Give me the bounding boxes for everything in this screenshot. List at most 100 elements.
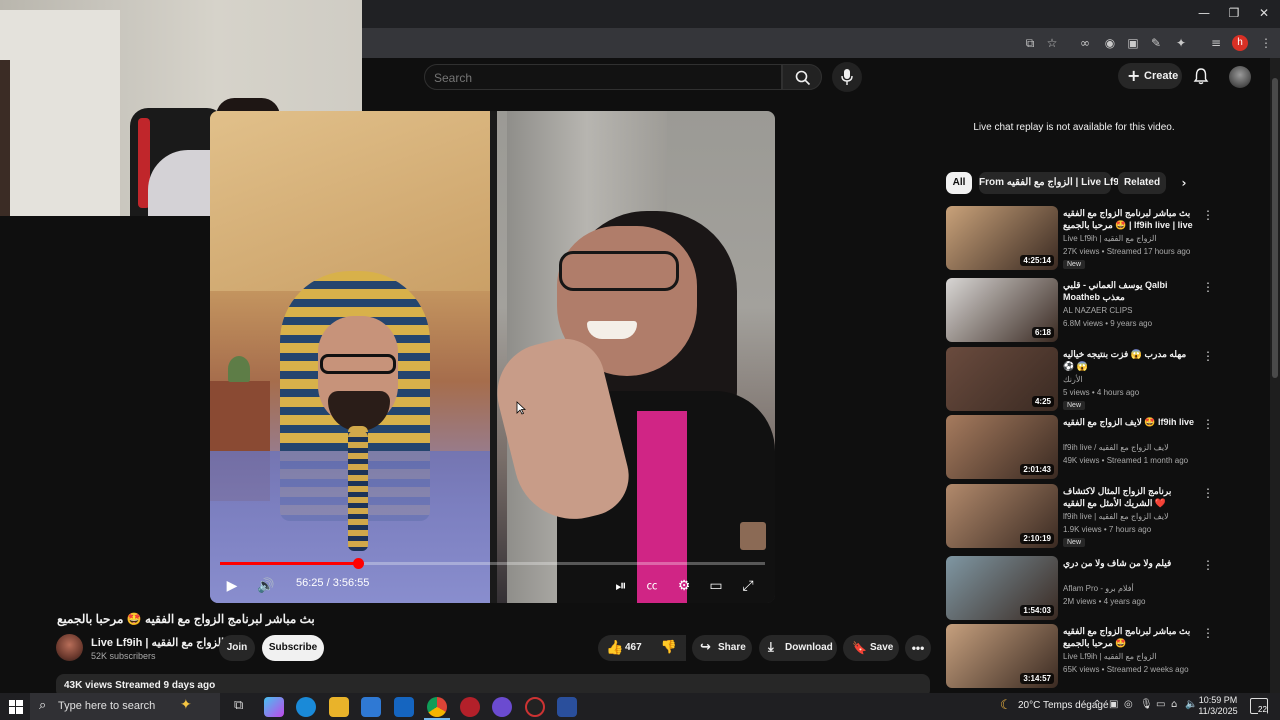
app-icon[interactable] xyxy=(557,697,577,717)
tray-icon[interactable]: ◎ xyxy=(1124,699,1133,710)
account-avatar[interactable] xyxy=(1229,66,1251,88)
recommended-video[interactable]: 4:25:14 بث مباشر لبرنامج الزواج مع الفقيه… xyxy=(946,206,1216,270)
channel-avatar[interactable] xyxy=(56,634,83,661)
recommended-channel-name[interactable]: Aflam Pro - أفلام برو xyxy=(1063,584,1134,593)
voice-search-button[interactable] xyxy=(832,62,862,92)
recommended-video-title[interactable]: بث مباشر لبرنامج الزواج مع الفقيه 🤩 مرحب… xyxy=(1063,207,1197,231)
app-icon[interactable] xyxy=(525,697,545,717)
bookmark-star-icon[interactable]: ☆ xyxy=(1043,34,1061,52)
autoplay-toggle-icon[interactable]: ⏯ xyxy=(610,574,632,598)
recommended-video-title[interactable]: برنامج الزواج المثال لاكتشاف الشريك الأم… xyxy=(1063,485,1197,509)
browser-menu-icon[interactable]: ⋮ xyxy=(1257,34,1275,52)
extension-icon[interactable]: ◉ xyxy=(1101,34,1119,52)
recommended-channel-name[interactable]: الأرنك xyxy=(1063,375,1083,384)
search-button[interactable] xyxy=(782,64,822,90)
video-thumbnail[interactable]: 1:54:03 xyxy=(946,556,1058,620)
close-window-button[interactable]: ✕ xyxy=(1254,6,1274,22)
search-input[interactable] xyxy=(434,71,734,85)
store-app-icon[interactable] xyxy=(361,697,381,717)
microphone-tray-icon[interactable]: 🎙 xyxy=(1140,699,1153,710)
video-thumbnail[interactable]: 4:25:14 xyxy=(946,206,1058,270)
recommended-video-title[interactable]: فيلم ولا من شاف ولا من دري xyxy=(1063,557,1197,581)
recommended-video-title[interactable]: بث مباشر لبرنامج الزواج مع الفقيه 🤩 مرحب… xyxy=(1063,625,1197,649)
video-thumbnail[interactable]: 2:10:19 xyxy=(946,484,1058,548)
reading-list-icon[interactable]: ≡ xyxy=(1207,34,1225,52)
recommended-channel-name[interactable]: lf9ih live / لايف الزواج مع الفقيه xyxy=(1063,443,1169,452)
extension-icon[interactable]: ✎ xyxy=(1147,34,1165,52)
recommended-video[interactable]: 1:54:03 فيلم ولا من شاف ولا من دري Aflam P… xyxy=(946,556,1216,620)
show-hidden-icons-icon[interactable]: ⌃ xyxy=(1093,699,1101,710)
video-thumbnail[interactable]: 2:01:43 xyxy=(946,415,1058,479)
recommended-video[interactable]: 6:18 يوسف العماني - قلبي Qalbi Moatheb مع… xyxy=(946,278,1216,342)
chip-from-channel[interactable]: From الزواج مع الفقيه | Live Lf9ih xyxy=(979,172,1128,194)
minimize-button[interactable]: — xyxy=(1194,6,1214,22)
taskbar-search-box[interactable]: ⌕ Type here to search ✦ xyxy=(30,693,220,720)
recommended-video-title[interactable]: لايف الزواج مع الفقيه 🤩 lf9ih live xyxy=(1063,416,1197,440)
dislike-button[interactable]: 👎 xyxy=(652,635,686,661)
recommended-video-title[interactable]: يوسف العماني - قلبي Qalbi Moatheb معذب xyxy=(1063,279,1197,303)
volume-icon[interactable]: 🔊 xyxy=(254,574,278,598)
tray-icon[interactable]: ▭ xyxy=(1156,699,1165,710)
recommended-channel-name[interactable]: Live Lf9ih | الزواج مع الفقيه xyxy=(1063,652,1157,661)
more-vertical-icon[interactable]: ⋮ xyxy=(1202,280,1214,294)
notifications-bell-icon[interactable] xyxy=(1193,67,1209,85)
settings-gear-icon[interactable]: ⚙ xyxy=(672,574,696,598)
video-thumbnail[interactable]: 3:14:57 xyxy=(946,624,1058,688)
more-vertical-icon[interactable]: ⋮ xyxy=(1202,626,1214,640)
chip-related[interactable]: Related xyxy=(1118,172,1166,194)
page-scrollbar[interactable] xyxy=(1270,58,1280,693)
profile-avatar[interactable]: h xyxy=(1232,35,1248,51)
extensions-puzzle-icon[interactable]: ✦ xyxy=(1172,34,1190,52)
recommended-video[interactable]: 4:25 مهله مدرب 😱 فزت بنتيجه خياليه ⚽ 😱 الأ… xyxy=(946,347,1216,411)
chip-all[interactable]: All xyxy=(946,172,972,194)
more-vertical-icon[interactable]: ⋮ xyxy=(1202,349,1214,363)
play-button[interactable]: ▶ xyxy=(220,574,244,598)
copilot-app-icon[interactable] xyxy=(264,697,284,717)
app-icon[interactable] xyxy=(492,697,512,717)
video-thumbnail[interactable]: 6:18 xyxy=(946,278,1058,342)
channel-name[interactable]: Live Lf9ih | الزواج مع الفقيه xyxy=(91,636,224,649)
app-icon[interactable] xyxy=(460,697,480,717)
outlook-app-icon[interactable] xyxy=(394,697,414,717)
more-vertical-icon[interactable]: ⋮ xyxy=(1202,486,1214,500)
network-icon[interactable]: ⌂ xyxy=(1171,699,1177,710)
chips-next-button[interactable]: › xyxy=(1172,172,1196,194)
recommended-video-title[interactable]: مهله مدرب 😱 فزت بنتيجه خياليه ⚽ 😱 xyxy=(1063,348,1197,372)
restore-button[interactable]: ❐ xyxy=(1224,6,1244,22)
download-button[interactable]: ⤓ Download xyxy=(759,635,837,661)
recommended-channel-name[interactable]: Live Lf9ih | الزواج مع الفقيه xyxy=(1063,234,1157,243)
recommended-video[interactable]: 2:10:19 برنامج الزواج المثال لاكتشاف الشر… xyxy=(946,484,1216,548)
file-explorer-icon[interactable] xyxy=(329,697,349,717)
task-view-icon[interactable]: ⧉ xyxy=(234,698,243,713)
recommended-channel-name[interactable]: AL NAZAER CLIPS xyxy=(1063,306,1133,315)
recommended-channel-name[interactable]: lf9ih live | لايف الزواج مع الفقيه xyxy=(1063,512,1169,521)
tray-icon[interactable]: ▣ xyxy=(1109,699,1118,710)
more-actions-button[interactable]: ••• xyxy=(905,635,931,661)
save-button[interactable]: 🔖 Save xyxy=(843,635,899,661)
recommended-video[interactable]: 2:01:43 لايف الزواج مع الفقيه 🤩 lf9ih liv… xyxy=(946,415,1216,479)
share-button[interactable]: ↪ Share xyxy=(692,635,752,661)
join-button[interactable]: Join xyxy=(219,635,255,661)
progress-bar[interactable] xyxy=(220,562,765,565)
edge-app-icon[interactable] xyxy=(296,697,316,717)
video-thumbnail[interactable]: 4:25 xyxy=(946,347,1058,411)
windows-start-icon[interactable] xyxy=(9,700,23,714)
theater-mode-icon[interactable]: ▭ xyxy=(704,574,728,598)
extension-icon[interactable]: ▣ xyxy=(1124,34,1142,52)
more-vertical-icon[interactable]: ⋮ xyxy=(1202,417,1214,431)
captions-icon[interactable]: ㏄ xyxy=(640,574,664,598)
extension-icon[interactable]: ∞ xyxy=(1076,34,1094,52)
install-app-icon[interactable]: ⧉ xyxy=(1021,34,1039,52)
progress-scrubber[interactable] xyxy=(352,558,364,569)
chrome-app-icon[interactable] xyxy=(427,697,447,717)
recommended-video[interactable]: 3:14:57 بث مباشر لبرنامج الزواج مع الفقيه… xyxy=(946,624,1216,688)
create-button[interactable]: + Create xyxy=(1118,63,1182,89)
subscribe-button[interactable]: Subscribe xyxy=(262,635,324,661)
more-vertical-icon[interactable]: ⋮ xyxy=(1202,208,1214,222)
fullscreen-icon[interactable]: ⤢ xyxy=(736,574,760,598)
search-box[interactable] xyxy=(424,64,782,90)
scrollbar-thumb[interactable] xyxy=(1272,78,1278,378)
video-player[interactable]: ▶ 🔊 56:25 / 3:56:55 ⏯ ㏄ ⚙ ▭ ⤢ xyxy=(210,111,775,603)
more-vertical-icon[interactable]: ⋮ xyxy=(1202,558,1214,572)
taskbar-clock[interactable]: 10:59 PM 11/3/2025 xyxy=(1196,695,1240,717)
